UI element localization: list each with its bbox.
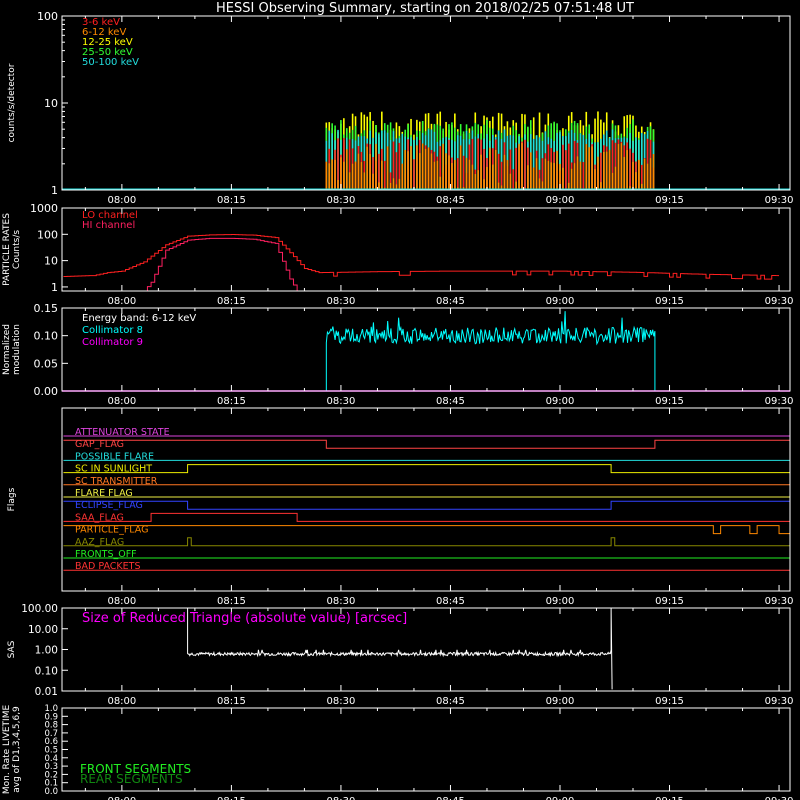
count-rate-ytick-label: 100 xyxy=(37,10,58,23)
livetime-ytick-label: 1.0 xyxy=(44,704,58,714)
time-tick-label: 09:30 xyxy=(765,696,794,707)
modulation-ytick-label: 0.00 xyxy=(34,385,59,398)
time-tick-label: 08:00 xyxy=(107,396,136,407)
time-tick-label: 09:00 xyxy=(546,796,575,800)
sas-ylabel: SAS xyxy=(7,640,17,658)
time-tick-label: 09:00 xyxy=(546,296,575,307)
livetime-ylabel: Mon. Rate LIVETIME xyxy=(2,705,12,795)
particle-rate-ytick-label: 100 xyxy=(37,228,58,241)
observing-summary-figure: HESSI Observing Summary, starting on 201… xyxy=(0,0,800,800)
flag-label: ECLIPSE_FLAG xyxy=(75,500,143,511)
flag-label: ATTENUATOR STATE xyxy=(75,427,170,438)
time-tick-label: 08:45 xyxy=(436,195,465,206)
modulation-ylabel: modulation xyxy=(12,324,22,375)
modulation-ytick-label: 0.15 xyxy=(34,302,59,315)
count-rate-legend-entry: 50-100 keV xyxy=(82,57,139,68)
count-rates-ylabel: counts/s/detector xyxy=(7,63,17,142)
flag-label: BAD PACKETS xyxy=(75,561,141,572)
time-tick-label: 09:30 xyxy=(765,296,794,307)
time-tick-label: 08:45 xyxy=(436,296,465,307)
time-tick-label: 09:00 xyxy=(546,195,575,206)
livetime-ylabel: avg of D1,3,4,5,6,9 xyxy=(12,706,22,793)
particle-rates-ylabel: PARTICLE RATES xyxy=(2,213,12,286)
time-tick-label: 08:45 xyxy=(436,596,465,607)
particle-rate-legend-entry: HI channel xyxy=(82,220,135,231)
time-tick-label: 09:30 xyxy=(765,596,794,607)
time-tick-label: 08:15 xyxy=(217,195,246,206)
time-tick-label: 08:15 xyxy=(217,296,246,307)
time-tick-label: 09:15 xyxy=(655,195,684,206)
flag-label: FLARE FLAG xyxy=(75,488,133,499)
time-tick-label: 09:15 xyxy=(655,596,684,607)
count-rate-ytick-label: 1 xyxy=(51,184,58,197)
time-tick-label: 08:45 xyxy=(436,796,465,800)
flag-label: SAA_FLAG xyxy=(75,512,124,523)
time-tick-label: 08:00 xyxy=(107,796,136,800)
modulation-ylabel: Normalized xyxy=(2,324,12,375)
count-rate-ytick-label: 10 xyxy=(44,97,58,110)
time-tick-label: 09:30 xyxy=(765,396,794,407)
sas-ytick-label: 0.01 xyxy=(35,686,58,698)
flag-label: GAP_FLAG xyxy=(75,439,124,450)
livetime-legend-entry: REAR SEGMENTS xyxy=(80,772,183,786)
flags-ylabel: Flags xyxy=(7,487,17,511)
time-tick-label: 08:00 xyxy=(107,596,136,607)
particle-rate-ytick-label: 10 xyxy=(44,255,58,268)
modulation-ytick-label: 0.05 xyxy=(34,357,59,370)
time-tick-label: 09:15 xyxy=(655,396,684,407)
time-tick-label: 08:15 xyxy=(217,596,246,607)
sas-ytick-label: 10.00 xyxy=(28,624,58,636)
time-tick-label: 08:30 xyxy=(327,195,356,206)
sas-ytick-label: 0.10 xyxy=(35,665,58,677)
sas-legend-entry: Size of Reduced Triangle (absolute value… xyxy=(82,611,407,626)
time-tick-label: 09:00 xyxy=(546,596,575,607)
particle-rates-ylabel: Counts/s xyxy=(12,230,22,269)
flag-label: SC TRANSMITTER xyxy=(75,476,158,487)
flag-label: SC IN SUNLIGHT xyxy=(75,464,152,475)
modulation-ytick-label: 0.10 xyxy=(34,330,59,343)
time-tick-label: 09:15 xyxy=(655,696,684,707)
time-tick-label: 09:15 xyxy=(655,796,684,800)
time-tick-label: 09:30 xyxy=(765,796,794,800)
time-tick-label: 08:45 xyxy=(436,696,465,707)
particle-rate-ytick-label: 1 xyxy=(51,281,58,294)
modulation-legend-entry: Collimator 9 xyxy=(82,337,143,348)
modulation-annotation: Energy band: 6-12 keV xyxy=(82,313,196,324)
figure-title: HESSI Observing Summary, starting on 201… xyxy=(216,1,634,16)
time-tick-label: 08:30 xyxy=(327,796,356,800)
time-tick-label: 09:00 xyxy=(546,396,575,407)
time-tick-label: 08:45 xyxy=(436,396,465,407)
time-tick-label: 09:15 xyxy=(655,296,684,307)
time-tick-label: 08:00 xyxy=(107,696,136,707)
flag-label: POSSIBLE FLARE xyxy=(75,451,154,462)
time-tick-label: 09:30 xyxy=(765,195,794,206)
modulation-legend-entry: Collimator 8 xyxy=(82,325,143,336)
time-tick-label: 08:15 xyxy=(217,696,246,707)
sas-ytick-label: 100.00 xyxy=(21,603,58,615)
time-tick-label: 08:30 xyxy=(327,696,356,707)
flag-label: PARTICLE_FLAG xyxy=(75,525,148,536)
time-tick-label: 08:15 xyxy=(217,396,246,407)
time-tick-label: 09:00 xyxy=(546,696,575,707)
particle-rate-ytick-label: 1000 xyxy=(30,202,58,215)
time-tick-label: 08:30 xyxy=(327,396,356,407)
time-tick-label: 08:15 xyxy=(217,796,246,800)
flag-label: FRONTS_OFF xyxy=(75,549,137,560)
time-tick-label: 08:30 xyxy=(327,296,356,307)
time-tick-label: 08:30 xyxy=(327,596,356,607)
time-tick-label: 08:00 xyxy=(107,195,136,206)
flag-label: AAZ_FLAG xyxy=(75,537,124,548)
sas-ytick-label: 1.00 xyxy=(35,645,58,657)
time-tick-label: 08:00 xyxy=(107,296,136,307)
